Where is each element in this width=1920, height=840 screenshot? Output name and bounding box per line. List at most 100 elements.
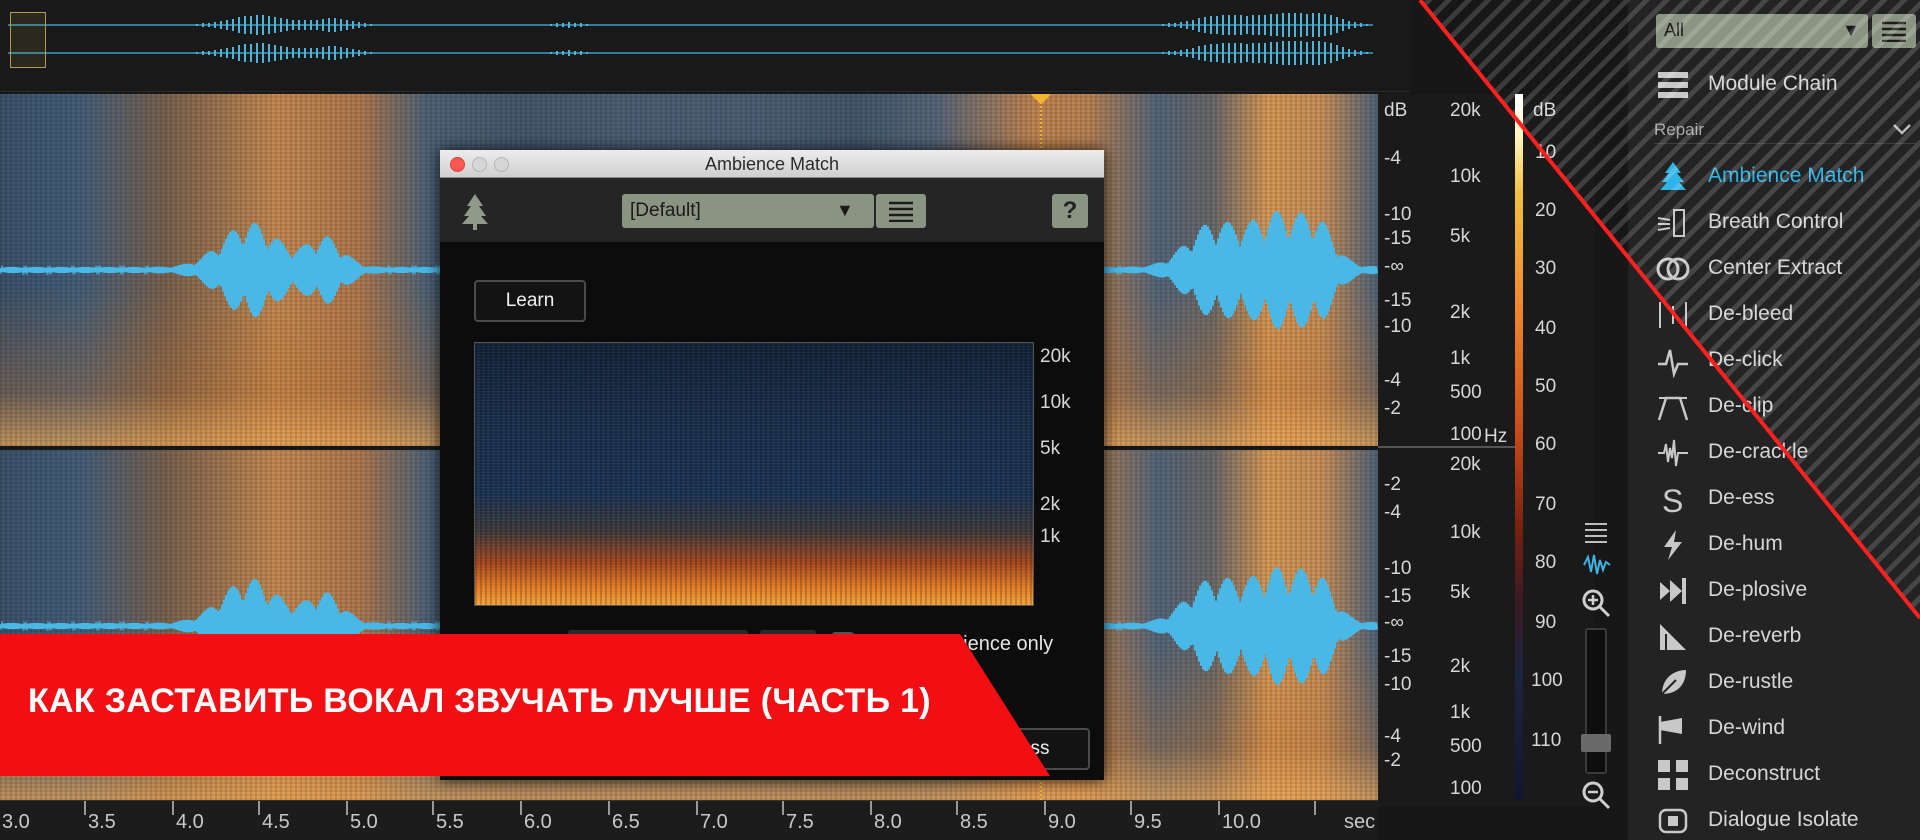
- time-label: 8.5: [960, 811, 988, 833]
- db-label: -15: [1384, 586, 1412, 607]
- module-item-center-extract[interactable]: Center Extract: [1628, 246, 1920, 292]
- db-label: -10: [1384, 316, 1412, 337]
- hz-label: 10k: [1450, 166, 1481, 187]
- zoom-slider-handle[interactable]: [1581, 734, 1611, 752]
- time-label: 5.5: [436, 811, 464, 833]
- ambience-spectrum-display: [474, 342, 1034, 606]
- module-label: Ambience Match: [1708, 164, 1865, 187]
- meter-label: 50: [1535, 376, 1557, 397]
- module-label: Center Extract: [1708, 256, 1843, 279]
- tree-icon: [462, 194, 488, 230]
- waveform-overview[interactable]: [0, 0, 1410, 92]
- module-item-de-reverb[interactable]: De-reverb: [1628, 614, 1920, 660]
- module-label: Deconstruct: [1708, 762, 1821, 785]
- dialog-freq-label: 2k: [1040, 494, 1061, 515]
- dialog-title: Ambience Match: [704, 154, 840, 174]
- help-button[interactable]: ?: [1052, 194, 1088, 228]
- time-ruler[interactable]: 3.0 3.5 4.0 4.5 5.0 5.5 6.0 6.5 7.0 7.5 …: [0, 800, 1378, 840]
- db-label: -4: [1384, 726, 1401, 747]
- module-item-de-rustle[interactable]: De-rustle: [1628, 660, 1920, 706]
- time-label: 9.0: [1048, 811, 1076, 833]
- db-label: -15: [1384, 646, 1412, 667]
- db-label: -10: [1384, 204, 1412, 225]
- module-item-de-bleed[interactable]: De-bleed: [1628, 292, 1920, 338]
- db-label: -2: [1384, 474, 1401, 495]
- dialog-freq-label: 5k: [1040, 438, 1061, 459]
- zoom-out-icon[interactable]: [1581, 780, 1611, 810]
- module-item-de-wind[interactable]: De-wind: [1628, 706, 1920, 752]
- module-label: De-reverb: [1708, 624, 1802, 647]
- module-filter-value: All: [1664, 20, 1685, 40]
- de-click-icon: [1658, 349, 1688, 378]
- zoom-controls: [1575, 500, 1615, 810]
- module-item-dialogue-isolate[interactable]: Dialogue Isolate: [1628, 798, 1920, 840]
- preset-dropdown[interactable]: [Default] ▼: [622, 194, 874, 228]
- hz-label: 10k: [1450, 522, 1481, 543]
- waveform-view-icon[interactable]: [1583, 552, 1611, 578]
- spectrogram-view-icon[interactable]: [1583, 520, 1609, 546]
- list-icon: [889, 201, 913, 222]
- module-item-deconstruct[interactable]: Deconstruct: [1628, 752, 1920, 798]
- section-header-repair[interactable]: Repair: [1654, 114, 1916, 144]
- time-label: 6.5: [612, 811, 640, 833]
- meter-label: 90: [1535, 612, 1557, 633]
- time-label: 4.5: [262, 811, 290, 833]
- list-icon: [1882, 21, 1906, 42]
- overview-lane-top: [8, 13, 1373, 37]
- meter-label: 80: [1535, 552, 1557, 573]
- preset-menu-button[interactable]: [876, 194, 926, 228]
- hz-label: 5k: [1450, 582, 1471, 603]
- hz-label: 20k: [1450, 100, 1481, 121]
- db-label: -15: [1384, 228, 1412, 249]
- module-chain-label: Module Chain: [1708, 72, 1838, 95]
- deconstruct-icon: [1658, 760, 1688, 790]
- center-extract-icon: [1656, 257, 1690, 281]
- title-banner: КАК ЗАСТАВИТЬ ВОКАЛ ЗВУЧАТЬ ЛУЧШЕ (ЧАСТЬ…: [0, 634, 1050, 776]
- time-label: 9.5: [1134, 811, 1162, 833]
- module-label: De-bleed: [1708, 302, 1794, 325]
- dialog-freq-label: 10k: [1040, 392, 1071, 413]
- module-item-de-crackle[interactable]: De-crackle: [1628, 430, 1920, 476]
- module-item-de-clip[interactable]: De-clip: [1628, 384, 1920, 430]
- module-label: De-plosive: [1708, 578, 1808, 601]
- de-hum-icon: [1664, 530, 1682, 560]
- module-label: De-wind: [1708, 716, 1786, 739]
- dialog-titlebar[interactable]: Ambience Match: [440, 150, 1104, 178]
- module-label: De-clip: [1708, 394, 1774, 417]
- time-label: 7.0: [700, 811, 728, 833]
- time-label: 5.0: [350, 811, 378, 833]
- meter-label: 100: [1531, 670, 1563, 691]
- meter-label: 20: [1535, 200, 1557, 221]
- de-plosive-icon: [1660, 578, 1686, 604]
- zoom-in-icon[interactable]: [1581, 588, 1611, 618]
- time-label: 8.0: [874, 811, 902, 833]
- module-label: De-hum: [1708, 532, 1783, 555]
- learn-button[interactable]: Learn: [474, 280, 586, 322]
- de-reverb-icon: [1660, 624, 1686, 650]
- module-item-breath-control[interactable]: Breath Control: [1628, 200, 1920, 246]
- module-item-de-plosive[interactable]: De-plosive: [1628, 568, 1920, 614]
- hz-label: 500: [1450, 382, 1482, 403]
- overview-view-window[interactable]: [10, 12, 46, 68]
- db-label: -4: [1384, 148, 1401, 169]
- db-label: -10: [1384, 558, 1412, 579]
- module-filter-dropdown[interactable]: All ▼: [1656, 14, 1868, 48]
- module-item-de-ess[interactable]: S De-ess: [1628, 476, 1920, 522]
- hz-label: 100: [1450, 424, 1482, 445]
- module-list-menu-button[interactable]: [1872, 14, 1916, 48]
- de-rustle-icon: [1659, 670, 1686, 697]
- time-label: 3.0: [2, 811, 30, 833]
- module-item-ambience-match[interactable]: Ambience Match: [1628, 154, 1920, 200]
- time-label: 6.0: [524, 811, 552, 833]
- de-crackle-icon: [1658, 439, 1688, 467]
- section-label: Repair: [1654, 120, 1705, 139]
- module-item-de-click[interactable]: De-click: [1628, 338, 1920, 384]
- preset-value: [Default]: [630, 200, 701, 221]
- zoom-slider-track[interactable]: [1585, 628, 1607, 774]
- time-label: 10.0: [1222, 811, 1261, 833]
- module-label: De-click: [1708, 348, 1783, 371]
- module-chain-item[interactable]: Module Chain: [1628, 62, 1920, 108]
- hz-label: 500: [1450, 736, 1482, 757]
- module-item-de-hum[interactable]: De-hum: [1628, 522, 1920, 568]
- db-header: dB: [1384, 100, 1408, 121]
